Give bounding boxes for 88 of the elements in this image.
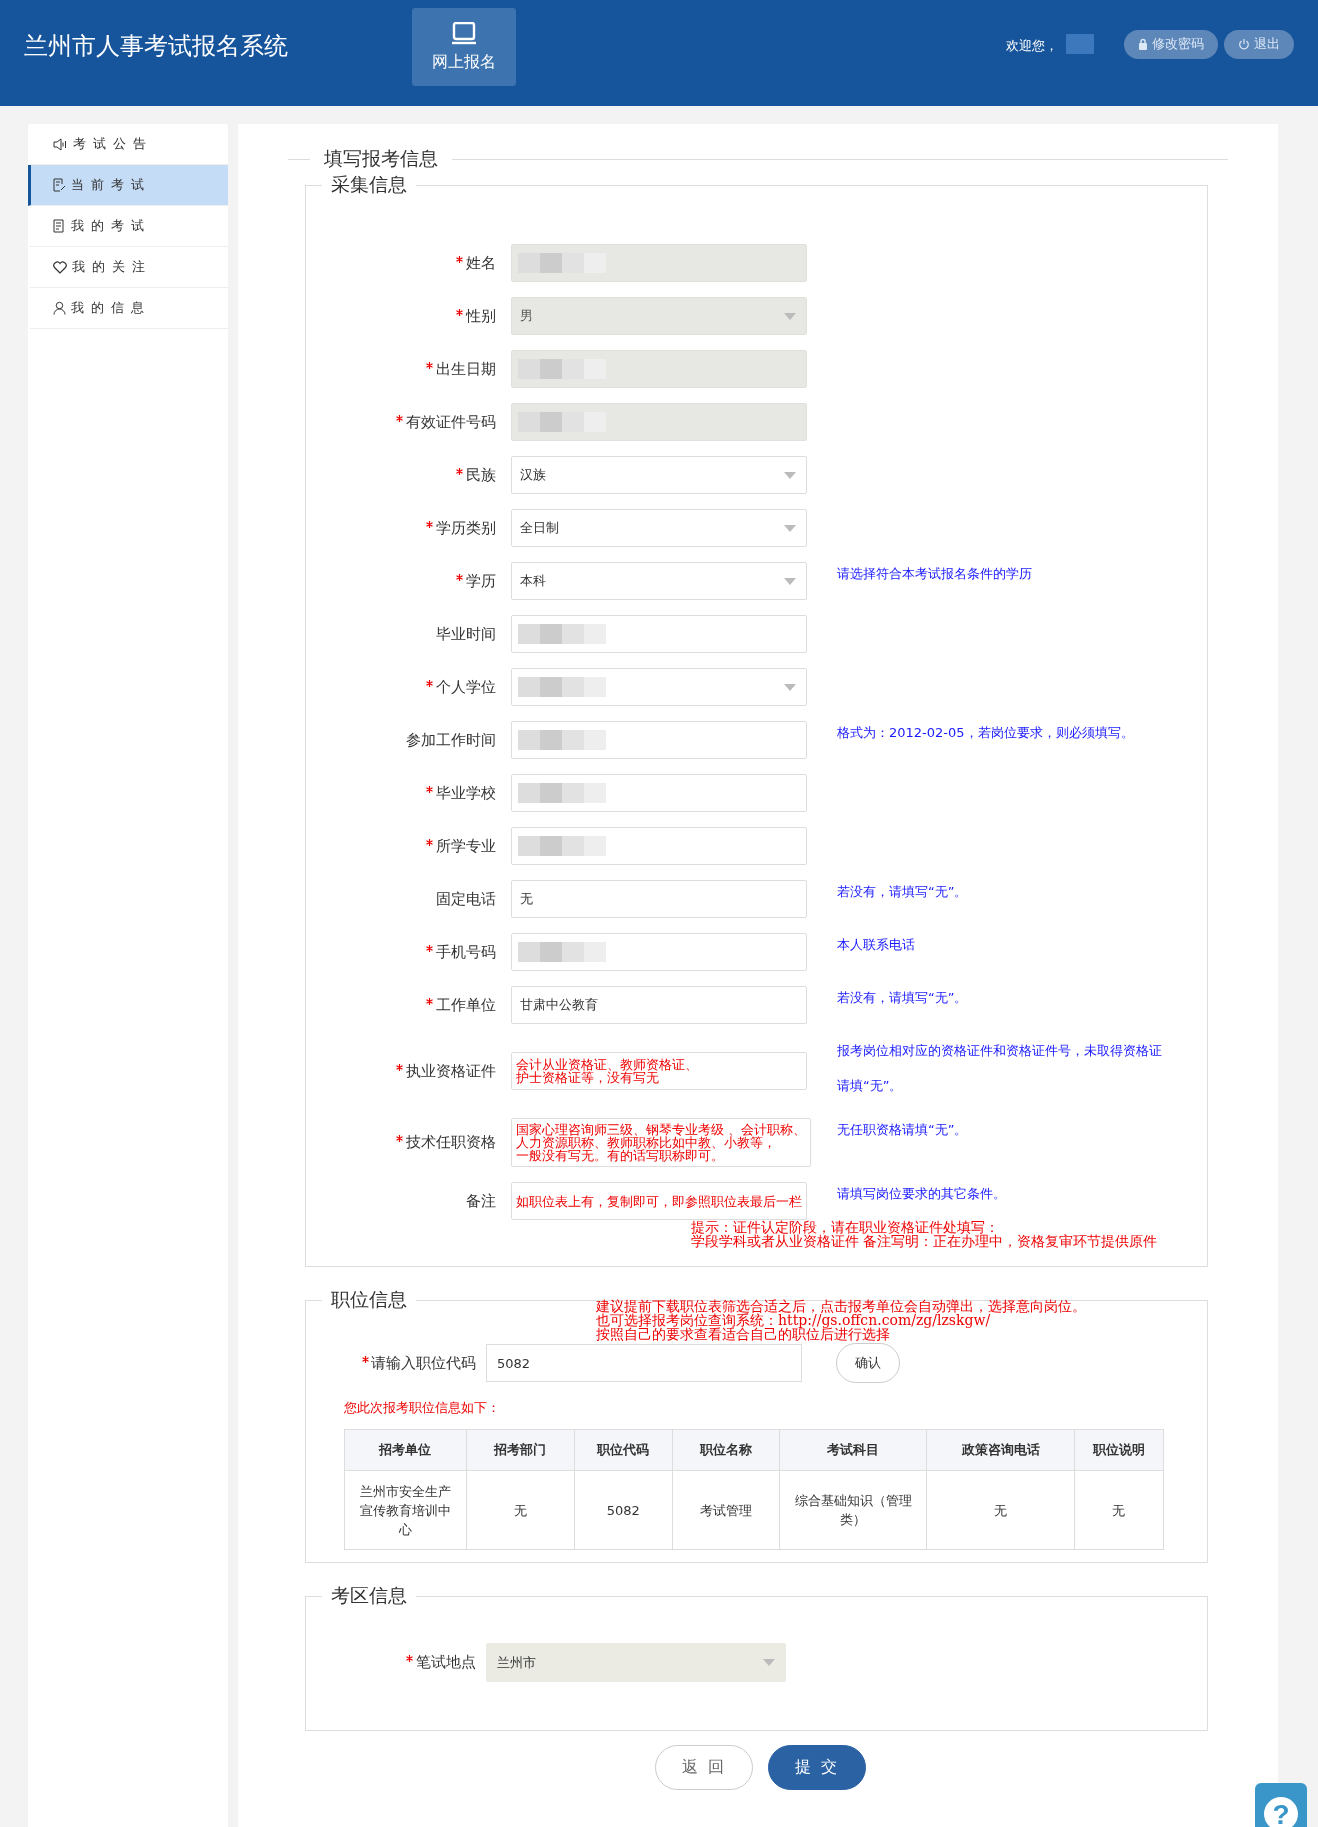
- dropdown-caret-icon: [763, 1659, 775, 1666]
- dropdown-caret-icon: [784, 312, 796, 320]
- handwritten-annotation: 提示：证件认定阶段，请在职业资格证件处填写： 学段学科或者从业资格证件 备注写明：正在办理中，资格复审环节提供原件: [691, 1220, 1158, 1248]
- select-field[interactable]: 本科: [511, 562, 807, 600]
- field-label: 备注: [466, 1191, 496, 1211]
- field-label: 性别: [466, 306, 496, 326]
- input-field[interactable]: [511, 615, 807, 653]
- table-cell: 考试管理: [672, 1470, 780, 1550]
- column-header: 招考单位: [344, 1429, 467, 1471]
- document-pencil-icon: [53, 178, 66, 192]
- column-header: 招考部门: [466, 1429, 575, 1471]
- sidebar-item[interactable]: 当前考试: [28, 165, 228, 206]
- sidebar-item[interactable]: 我的关注: [28, 247, 228, 288]
- field-label: 工作单位: [436, 995, 496, 1015]
- select-field[interactable]: 汉族: [511, 456, 807, 494]
- field-label: 学历: [466, 571, 496, 591]
- heart-icon: [53, 260, 67, 274]
- column-header: 考试科目: [779, 1429, 927, 1471]
- input-field[interactable]: [511, 721, 807, 759]
- column-header: 政策咨询电话: [926, 1429, 1075, 1471]
- column-header: 职位代码: [574, 1429, 673, 1471]
- confirm-button[interactable]: 确认: [836, 1343, 900, 1383]
- section-title: 采集信息: [331, 173, 407, 195]
- handwritten-annotation: 建议提前下载职位表筛选合适之后，点击报考单位会自动弹出，选择意向岗位。 也可选择报考岗位查询系统：http://gs.offcn.com/zg/lzskgw/ 按照自己的要求查看适合自己的职位后进行选择: [596, 1299, 1086, 1341]
- table-cell: 无: [466, 1470, 575, 1550]
- field-label: 民族: [466, 465, 496, 485]
- field-hint: 请选择符合本考试报名条件的学历: [837, 566, 1032, 581]
- input-field[interactable]: 甘肃中公教育: [511, 986, 807, 1024]
- field-label: 学历类别: [436, 518, 496, 538]
- input-field[interactable]: [511, 827, 807, 865]
- result-label: 您此次报考职位信息如下：: [344, 1399, 501, 1417]
- table-cell: 无: [1074, 1470, 1164, 1550]
- field-label: 固定电话: [436, 889, 496, 909]
- field-hint: 无任职资格请填“无”。: [837, 1122, 968, 1137]
- table-cell: 综合基础知识（管理类）: [779, 1470, 927, 1550]
- field-hint: 若没有，请填写“无”。: [837, 990, 968, 1005]
- field-label: 出生日期: [436, 359, 496, 379]
- app-title: 兰州市人事考试报名系统: [24, 31, 289, 62]
- field-hint: 格式为：2012-02-05，若岗位要求，则必须填写。: [837, 725, 1134, 740]
- field-label: 毕业学校: [436, 783, 496, 803]
- input-field[interactable]: 国家心理咨询师三级、钢琴专业考级 、会计职称、 人力资源职称、教师职称比如中教、小教等， 一般没有写无。有的话写职称即可。: [511, 1118, 812, 1167]
- dropdown-caret-icon: [784, 471, 796, 479]
- sidebar-item[interactable]: 我的考试: [28, 206, 228, 247]
- person-icon: [53, 301, 66, 315]
- sidebar-item[interactable]: 我的信息: [28, 288, 228, 329]
- form-title: 填写报考信息: [324, 146, 438, 171]
- field-label: 请输入职位代码: [371, 1353, 476, 1373]
- monitor-icon: [451, 21, 477, 46]
- input-field[interactable]: [511, 933, 807, 971]
- field-hint: 本人联系电话: [837, 937, 915, 952]
- document-icon: [53, 219, 66, 233]
- input-field[interactable]: [511, 774, 807, 812]
- back-button[interactable]: 返 回: [655, 1745, 753, 1790]
- input-field[interactable]: 会计从业资格证、教师资格证、 护士资格证等，没有写无: [511, 1052, 807, 1090]
- table-cell: 兰州市安全生产宣传教育培训中心: [344, 1470, 467, 1550]
- speaker-icon: [53, 137, 68, 151]
- field-hint: 报考岗位相对应的资格证件和资格证件号，未取得资格证请填“无”。: [837, 1043, 1162, 1093]
- field-label: 姓名: [466, 253, 496, 273]
- field-label: 参加工作时间: [406, 730, 496, 750]
- input-field[interactable]: 5082: [486, 1344, 802, 1382]
- welcome-text: 欢迎您，: [1006, 37, 1058, 55]
- dropdown-caret-icon: [784, 524, 796, 532]
- input-field[interactable]: 如职位表上有，复制即可，即参照职位表最后一栏: [511, 1182, 807, 1220]
- field-label: 有效证件号码: [406, 412, 496, 432]
- field-hint: 请填写岗位要求的其它条件。: [837, 1186, 1006, 1201]
- column-header: 职位说明: [1074, 1429, 1164, 1471]
- input-field[interactable]: 无: [511, 880, 807, 918]
- table-cell: 无: [926, 1470, 1075, 1550]
- field-label: 个人学位: [436, 677, 496, 697]
- nav-tab[interactable]: 网上报名: [412, 8, 516, 86]
- field-label: 所学专业: [436, 836, 496, 856]
- select-field[interactable]: [511, 668, 807, 706]
- field-label: 技术任职资格: [406, 1133, 496, 1152]
- field-hint: 若没有，请填写“无”。: [837, 884, 968, 899]
- submit-button[interactable]: 提 交: [768, 1745, 866, 1790]
- field-label: 毕业时间: [436, 624, 496, 644]
- column-header: 职位名称: [672, 1429, 780, 1471]
- section-title: 考区信息: [331, 1584, 407, 1606]
- section-title: 职位信息: [331, 1288, 407, 1310]
- lock-icon: [1138, 38, 1148, 50]
- field-label: 执业资格证件: [406, 1061, 496, 1081]
- table-cell: 5082: [574, 1470, 673, 1550]
- select-field[interactable]: 全日制: [511, 509, 807, 547]
- field-label: 手机号码: [436, 942, 496, 962]
- dropdown-caret-icon: [784, 683, 796, 691]
- power-icon: [1238, 38, 1250, 50]
- dropdown-caret-icon: [784, 577, 796, 585]
- field-label: 笔试地点: [416, 1653, 476, 1672]
